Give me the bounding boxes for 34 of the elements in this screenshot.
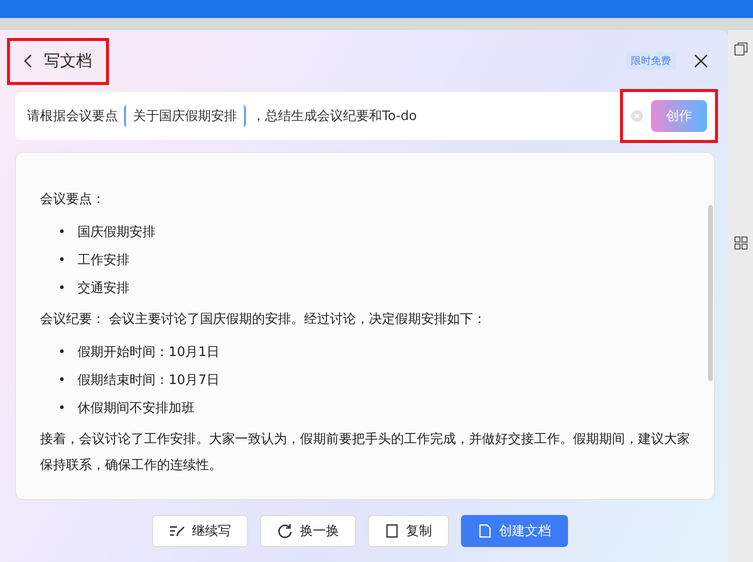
dialog-title: 写文档 bbox=[44, 50, 92, 72]
bullet-marker: • bbox=[58, 344, 66, 362]
bullet-marker: • bbox=[58, 252, 66, 270]
back-icon[interactable] bbox=[24, 54, 32, 68]
bullet-marker: • bbox=[58, 372, 66, 390]
prompt-text: 请根据会议要点 bbox=[27, 108, 118, 125]
prompt-text: ，总结生成会议纪要和To-do bbox=[252, 108, 417, 125]
bullet-item: 休假期间不安排加班 bbox=[78, 400, 195, 418]
bullet-item: 交通安排 bbox=[78, 280, 130, 298]
scrollbar-thumb[interactable] bbox=[708, 205, 713, 381]
copy-icon[interactable] bbox=[734, 42, 748, 56]
pen-lines-icon bbox=[169, 524, 185, 538]
bullet-item: 假期结束时间：10月7日 bbox=[78, 372, 220, 390]
grid-icon[interactable] bbox=[734, 236, 748, 250]
bullet-marker: • bbox=[58, 280, 66, 298]
refresh-icon bbox=[277, 523, 293, 539]
close-icon[interactable] bbox=[694, 54, 708, 68]
bullet-item: 假期开始时间：10月1日 bbox=[78, 344, 220, 362]
copy-button[interactable]: 复制 bbox=[368, 515, 449, 547]
prompt-field[interactable]: 请根据会议要点 关于国庆假期安排 ，总结生成会议纪要和To-do 创作 bbox=[15, 92, 715, 140]
continue-button[interactable]: 继续写 bbox=[152, 515, 248, 547]
free-badge: 限时免费 bbox=[626, 52, 676, 70]
document-icon bbox=[478, 524, 492, 538]
copy-icon bbox=[385, 524, 399, 538]
result-paragraph: 会议纪要： 会议主要讨论了国庆假期的安排。经过讨论，决定假期安排如下： bbox=[40, 311, 488, 329]
bullet-marker: • bbox=[58, 400, 66, 418]
refresh-button[interactable]: 换一换 bbox=[260, 515, 356, 547]
bullet-item: 工作安排 bbox=[78, 252, 130, 270]
bullet-marker: • bbox=[58, 224, 66, 242]
create-document-button[interactable]: 创建文档 bbox=[461, 515, 568, 547]
topic-chip[interactable]: 关于国庆假期安排 bbox=[124, 105, 246, 127]
result-paragraph: 会议要点： bbox=[40, 191, 106, 209]
result-paragraph: 接着，会议讨论了工作安排。大家一致认为，假期前要把手头的工作完成，并做好交接工作。假期期间，建议大家保持联系，确保工作的连续性。 bbox=[40, 431, 691, 475]
bullet-item: 国庆假期安排 bbox=[78, 224, 156, 242]
